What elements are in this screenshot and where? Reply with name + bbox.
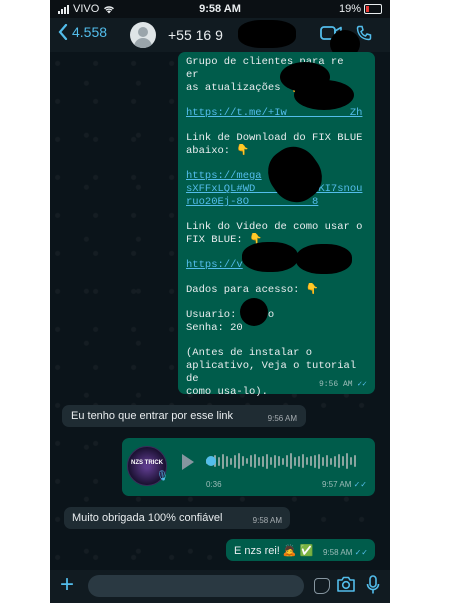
chat-area[interactable]: Grupo de clientes para re er as atualiza… xyxy=(50,52,390,570)
waveform-bar xyxy=(242,456,244,466)
waveform-bar xyxy=(346,453,348,469)
chevron-left-icon xyxy=(58,24,68,40)
waveform-bar xyxy=(270,457,272,465)
waveform-bar xyxy=(314,454,316,468)
redaction-mark xyxy=(296,244,352,274)
message-line: (Antes de instalar o aplicativo, Veja o … xyxy=(186,347,357,398)
waveform-bar xyxy=(218,456,220,466)
message-text: Muito obrigada 100% confiável xyxy=(72,512,223,524)
audio-scrubber[interactable] xyxy=(206,456,216,466)
waveform-bar xyxy=(338,454,340,468)
microphone-icon[interactable] xyxy=(366,575,380,595)
message-meta: 9:57 AM ✓✓ xyxy=(322,480,367,489)
waveform-bar xyxy=(238,453,240,469)
message-line: Usuario: o Senha: 20 xyxy=(186,309,275,334)
message-outgoing[interactable]: E nzs rei! 🙇 ✅ 9:58 AM ✓✓ xyxy=(226,539,375,561)
waveform-bar xyxy=(302,454,304,468)
message-time: 9:57 AM xyxy=(322,480,352,489)
waveform-bar xyxy=(318,453,320,469)
plus-icon[interactable]: + xyxy=(60,572,74,598)
message-text: E nzs rei! 🙇 ✅ xyxy=(234,545,314,557)
message-link[interactable]: https://t.me/+Iw Zh xyxy=(186,107,367,120)
redaction-mark xyxy=(240,298,268,326)
message-meta: 9:56 AM ✓✓ xyxy=(319,378,367,391)
unread-count: 4.558 xyxy=(72,24,108,40)
message-line: Dados para acesso: 👇 xyxy=(186,284,319,296)
waveform-bar xyxy=(350,457,352,465)
play-icon[interactable] xyxy=(182,454,194,470)
waveform-bar xyxy=(326,455,328,467)
waveform-bar xyxy=(274,454,276,468)
waveform-bar xyxy=(250,455,252,467)
battery-icon xyxy=(364,4,382,14)
waveform-bar xyxy=(342,456,344,466)
waveform-bar xyxy=(294,456,296,466)
waveform-bar xyxy=(282,457,284,465)
waveform-bar xyxy=(226,455,228,467)
composer-bar: + xyxy=(50,570,390,603)
battery-group: 19% xyxy=(339,3,382,15)
redaction-mark xyxy=(242,242,298,272)
contact-avatar[interactable] xyxy=(130,22,156,48)
phone-screen: VIVO 9:58 AM 19% 4.558 +55 16 9 Grupo de… xyxy=(50,0,390,603)
audio-duration: 0:36 xyxy=(206,480,222,489)
waveform-bar xyxy=(230,457,232,465)
waveform-bar xyxy=(234,454,236,468)
read-ticks-icon: ✓✓ xyxy=(357,380,367,389)
waveform-bar xyxy=(298,455,300,467)
waveform-bar xyxy=(334,455,336,467)
microphone-icon: 🎙 xyxy=(156,471,169,482)
waveform-bar xyxy=(258,456,260,466)
waveform-bar xyxy=(246,458,248,464)
waveform-bar xyxy=(266,453,268,469)
battery-percent: 19% xyxy=(338,3,361,15)
chat-header: 4.558 +55 16 9 xyxy=(50,18,390,58)
avatar-text: NZS TRICK xyxy=(131,460,163,466)
waveform-bar xyxy=(330,457,332,465)
message-incoming[interactable]: Muito obrigada 100% confiável 9:58 AM xyxy=(64,507,290,529)
back-button[interactable]: 4.558 xyxy=(58,24,107,40)
message-time: 9:58 AM xyxy=(323,548,353,557)
voice-message[interactable]: NZS TRICK 🎙 0:36 9:57 AM ✓✓ xyxy=(122,438,375,496)
message-time: 9:58 AM xyxy=(252,516,282,525)
waveform-bar xyxy=(290,453,292,469)
message-time: 9:56 AM xyxy=(267,414,297,423)
waveform-bar xyxy=(354,455,356,467)
link-telegram[interactable]: https://t.me/+Iw Zh xyxy=(186,107,362,119)
message-time: 9:56 AM xyxy=(318,380,353,389)
status-bar: VIVO 9:58 AM 19% xyxy=(50,0,390,18)
waveform-bar xyxy=(322,456,324,466)
message-text: Eu tenho que entrar por esse link xyxy=(71,410,234,422)
audio-waveform[interactable] xyxy=(206,450,364,472)
contact-name[interactable]: +55 16 9 xyxy=(168,27,223,43)
redaction-mark xyxy=(294,80,354,110)
redaction-mark xyxy=(238,20,296,48)
waveform-bar xyxy=(310,456,312,466)
waveform-bar xyxy=(262,455,264,467)
waveform-bar xyxy=(306,457,308,465)
read-ticks-icon: ✓✓ xyxy=(353,480,367,489)
waveform-bar xyxy=(286,455,288,467)
link-video[interactable]: https://v xyxy=(186,259,243,271)
waveform-bar xyxy=(278,456,280,466)
sticker-icon[interactable] xyxy=(314,578,330,594)
waveform-bar xyxy=(254,454,256,468)
camera-icon[interactable] xyxy=(336,576,356,593)
message-incoming[interactable]: Eu tenho que entrar por esse link 9:56 A… xyxy=(62,405,306,427)
waveform-bar xyxy=(222,453,224,469)
read-ticks-icon: ✓✓ xyxy=(354,548,368,557)
message-input[interactable] xyxy=(88,575,304,597)
message-meta: 9:58 AM ✓✓ xyxy=(323,548,368,557)
